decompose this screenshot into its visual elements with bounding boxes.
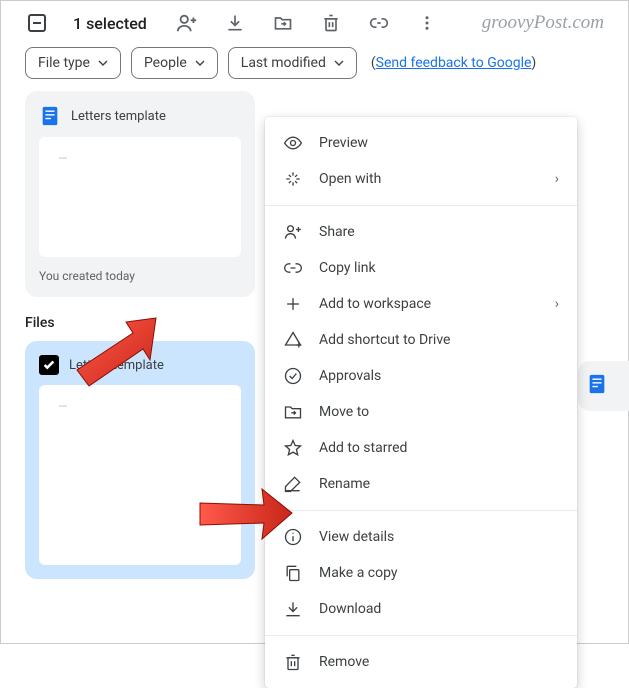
- more-options-icon[interactable]: [415, 11, 439, 35]
- menu-add-to-workspace[interactable]: Add to workspace ›: [265, 286, 577, 322]
- get-link-icon[interactable]: [367, 11, 391, 35]
- menu-copy-link[interactable]: Copy link: [265, 250, 577, 286]
- google-docs-icon: [39, 105, 61, 127]
- selected-file-card[interactable]: Letters template: [25, 341, 255, 579]
- info-icon: [283, 527, 303, 547]
- menu-divider: [265, 635, 577, 636]
- rename-icon: [283, 474, 303, 494]
- file-title: Letters template: [71, 109, 166, 124]
- share-icon: [283, 222, 303, 242]
- menu-add-to-starred[interactable]: Add to starred: [265, 430, 577, 466]
- menu-remove[interactable]: Remove: [265, 644, 577, 680]
- adjacent-file-card[interactable]: [578, 361, 629, 411]
- feedback-link[interactable]: Send feedback to Google: [376, 55, 532, 71]
- file-subtitle: You created today: [39, 269, 241, 283]
- last-modified-chip[interactable]: Last modified: [228, 47, 357, 79]
- menu-divider: [265, 510, 577, 511]
- menu-rename[interactable]: Rename: [265, 466, 577, 502]
- menu-share[interactable]: Share: [265, 214, 577, 250]
- file-title: Letters template: [69, 358, 164, 373]
- watermark-label: groovyPost.com: [482, 12, 604, 34]
- download-icon: [283, 599, 303, 619]
- menu-make-a-copy[interactable]: Make a copy: [265, 555, 577, 591]
- chip-label: People: [144, 55, 187, 71]
- star-icon: [283, 438, 303, 458]
- chevron-right-icon: ›: [555, 171, 559, 187]
- link-icon: [283, 258, 303, 278]
- file-thumbnail: [39, 137, 241, 257]
- share-person-icon[interactable]: [175, 11, 199, 35]
- google-docs-icon: [586, 380, 608, 399]
- download-icon[interactable]: [223, 11, 247, 35]
- plus-icon: [283, 294, 303, 314]
- chevron-down-icon: [195, 60, 205, 66]
- file-type-chip[interactable]: File type: [25, 47, 121, 79]
- approvals-icon: [283, 366, 303, 386]
- chevron-down-icon: [98, 60, 108, 66]
- context-menu: Preview Open with › Share Copy link Add …: [265, 117, 577, 688]
- menu-move-to[interactable]: Move to: [265, 394, 577, 430]
- menu-view-details[interactable]: View details: [265, 519, 577, 555]
- people-chip[interactable]: People: [131, 47, 218, 79]
- file-thumbnail: [39, 385, 241, 565]
- chevron-right-icon: ›: [555, 296, 559, 312]
- copy-icon: [283, 563, 303, 583]
- chip-label: Last modified: [241, 55, 326, 71]
- selected-checkbox-icon[interactable]: [39, 355, 59, 375]
- chip-label: File type: [38, 55, 90, 71]
- menu-add-shortcut[interactable]: Add shortcut to Drive: [265, 322, 577, 358]
- feedback-text: (Send feedback to Google): [371, 55, 536, 71]
- menu-preview[interactable]: Preview: [265, 125, 577, 161]
- filter-chips-row: File type People Last modified (Send fee…: [1, 47, 628, 91]
- delete-icon[interactable]: [319, 11, 343, 35]
- menu-divider: [265, 205, 577, 206]
- suggested-file-card[interactable]: Letters template You created today: [25, 91, 255, 297]
- chevron-down-icon: [334, 60, 344, 66]
- menu-open-with[interactable]: Open with ›: [265, 161, 577, 197]
- move-to-icon[interactable]: [271, 11, 295, 35]
- deselect-icon[interactable]: [25, 11, 49, 35]
- menu-download[interactable]: Download: [265, 591, 577, 627]
- folder-move-icon: [283, 402, 303, 422]
- preview-icon: [283, 133, 303, 153]
- add-shortcut-icon: [283, 330, 303, 350]
- open-with-icon: [283, 169, 303, 189]
- trash-icon: [283, 652, 303, 672]
- selection-toolbar: 1 selected groovyPost.com: [1, 1, 628, 47]
- menu-approvals[interactable]: Approvals: [265, 358, 577, 394]
- selected-count-label: 1 selected: [73, 14, 147, 33]
